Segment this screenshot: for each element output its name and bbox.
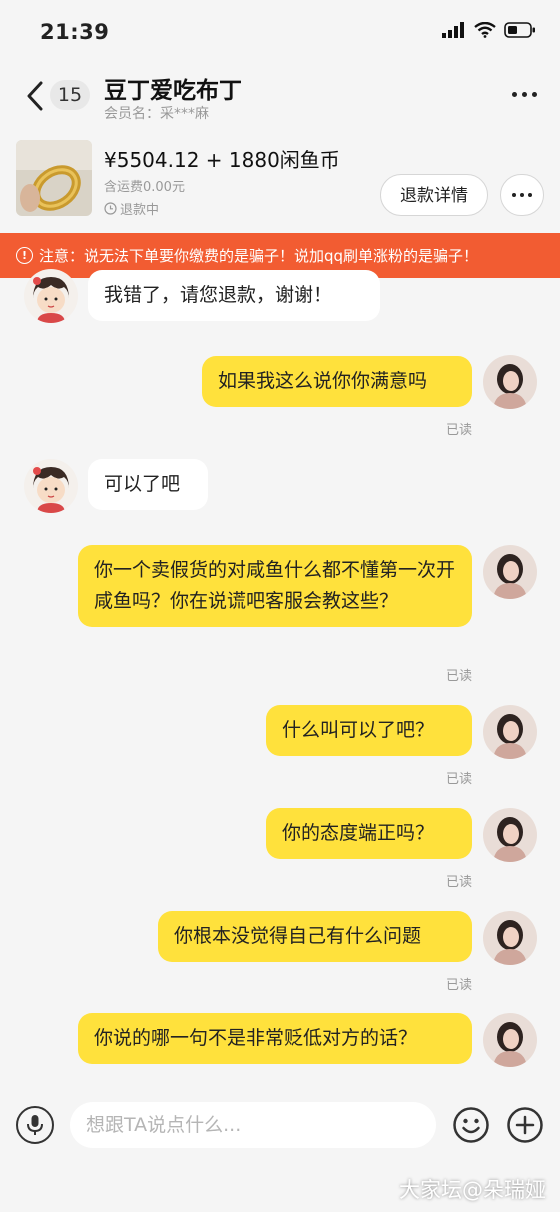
status-icons bbox=[442, 22, 536, 38]
chat-title: 豆丁爱吃布丁 bbox=[104, 78, 242, 104]
contact-avatar[interactable] bbox=[24, 269, 78, 323]
chevron-left-icon bbox=[27, 81, 43, 111]
battery-icon bbox=[504, 22, 535, 38]
microphone-icon bbox=[27, 1115, 43, 1135]
cartoon-girl-avatar bbox=[24, 269, 78, 323]
wifi-icon bbox=[474, 22, 496, 38]
warning-text: 注意：说无法下单要你缴费的是骗子！说加qq刷单涨粉的是骗子！ bbox=[39, 247, 479, 265]
watermark: 大家坛@朵瑞娅 bbox=[399, 1178, 546, 1202]
more-horizontal-icon bbox=[511, 91, 517, 97]
back-button[interactable] bbox=[18, 76, 52, 116]
refund-status: 退款中 bbox=[104, 199, 159, 218]
more-options-button[interactable] bbox=[506, 84, 542, 104]
status-time: 21:39 bbox=[40, 20, 110, 44]
contact-avatar[interactable] bbox=[24, 459, 78, 513]
my-avatar[interactable] bbox=[483, 1013, 537, 1067]
product-thumbnail[interactable] bbox=[16, 140, 92, 216]
product-more-button[interactable] bbox=[500, 174, 544, 216]
message-bubble[interactable]: 你根本没觉得自己有什么问题 bbox=[158, 911, 472, 962]
signal-icon bbox=[442, 22, 464, 38]
cartoon-girl-avatar bbox=[24, 459, 78, 513]
message-bubble[interactable]: 你的态度端正吗？ bbox=[266, 808, 472, 859]
user-photo-avatar bbox=[483, 355, 537, 409]
plus-circle-icon bbox=[507, 1107, 543, 1143]
voice-input-button[interactable] bbox=[16, 1106, 54, 1144]
chat-scroll-clip: 你说的哪一句不是非常贬低对方的话？ bbox=[0, 1000, 560, 1092]
read-receipt: 已读 bbox=[446, 978, 473, 993]
refund-status-text: 退款中 bbox=[120, 203, 160, 218]
exclamation-circle-icon: ! bbox=[16, 247, 33, 264]
message-bubble[interactable]: 如果我这么说你你满意吗 bbox=[202, 356, 472, 407]
gold-bangle-image bbox=[16, 140, 92, 216]
message-input[interactable] bbox=[70, 1102, 436, 1148]
more-horizontal-icon bbox=[512, 193, 516, 197]
user-photo-avatar bbox=[483, 545, 537, 599]
emoji-button[interactable] bbox=[452, 1106, 490, 1144]
read-receipt: 已读 bbox=[446, 669, 473, 684]
my-avatar[interactable] bbox=[483, 808, 537, 862]
my-avatar[interactable] bbox=[483, 705, 537, 759]
member-label: 会员名： bbox=[104, 106, 160, 122]
message-bubble[interactable]: 什么叫可以了吧？ bbox=[266, 705, 472, 756]
message-bubble[interactable]: 可以了吧 bbox=[88, 459, 208, 510]
message-bubble[interactable]: 我错了，请您退款，谢谢！ bbox=[88, 270, 380, 321]
smile-icon bbox=[453, 1107, 489, 1143]
read-receipt: 已读 bbox=[446, 772, 473, 787]
shipping-fee: 含运费0.00元 bbox=[104, 180, 185, 195]
read-receipt: 已读 bbox=[446, 423, 473, 438]
refund-detail-button[interactable]: 退款详情 bbox=[380, 174, 488, 216]
member-name-line: 会员名：采***麻 bbox=[104, 103, 209, 123]
my-avatar[interactable] bbox=[483, 911, 537, 965]
message-bubble[interactable]: 你一个卖假货的对咸鱼什么都不懂第一次开咸鱼吗？你在说谎吧客服会教这些？ bbox=[78, 545, 472, 627]
user-photo-avatar bbox=[483, 808, 537, 862]
my-avatar[interactable] bbox=[483, 545, 537, 599]
product-price: ¥5504.12 + 1880闲鱼币 bbox=[104, 148, 340, 172]
my-avatar[interactable] bbox=[483, 355, 537, 409]
unread-count-badge[interactable]: 15 bbox=[50, 80, 90, 110]
member-name: 采***麻 bbox=[160, 106, 209, 122]
user-photo-avatar bbox=[483, 911, 537, 965]
clock-icon bbox=[104, 202, 117, 215]
user-photo-avatar bbox=[483, 1013, 537, 1067]
add-attachment-button[interactable] bbox=[506, 1106, 544, 1144]
user-photo-avatar bbox=[483, 705, 537, 759]
read-receipt: 已读 bbox=[446, 875, 473, 890]
message-bubble[interactable]: 你说的哪一句不是非常贬低对方的话？ bbox=[78, 1013, 472, 1064]
